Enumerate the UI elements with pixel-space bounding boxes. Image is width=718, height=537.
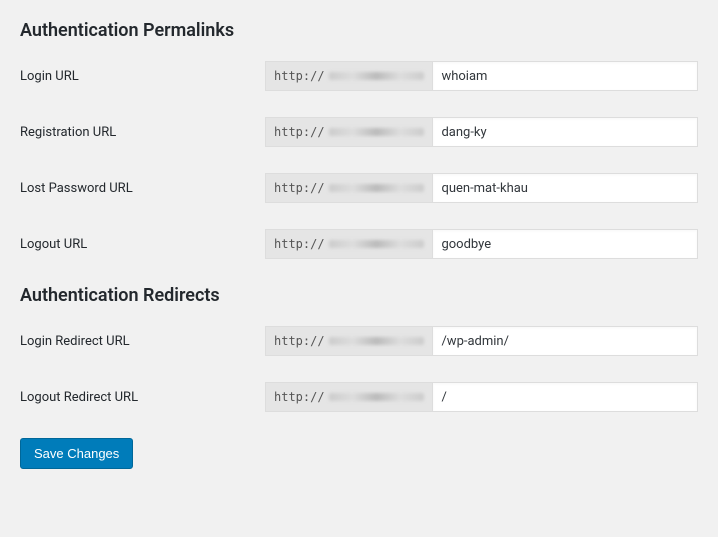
section-title-permalinks: Authentication Permalinks	[20, 20, 698, 41]
label-login-redirect-url: Login Redirect URL	[20, 334, 265, 349]
prefix-domain-blur	[329, 393, 425, 401]
prefix-scheme: http://	[274, 237, 325, 251]
prefix-domain-blur	[329, 240, 425, 248]
save-changes-button[interactable]: Save Changes	[20, 438, 133, 469]
row-login-redirect-url: Login Redirect URL http://	[20, 326, 698, 356]
prefix-domain-blur	[329, 128, 425, 136]
label-logout-url: Logout URL	[20, 237, 265, 252]
input-login-redirect-url[interactable]	[432, 326, 698, 356]
label-login-url: Login URL	[20, 69, 265, 84]
label-logout-redirect-url: Logout Redirect URL	[20, 390, 265, 405]
prefix-scheme: http://	[274, 125, 325, 139]
prefix-scheme: http://	[274, 181, 325, 195]
input-lost-password-url[interactable]	[432, 173, 698, 203]
row-login-url: Login URL http://	[20, 61, 698, 91]
prefix-domain-blur	[329, 72, 425, 80]
section-title-redirects: Authentication Redirects	[20, 285, 698, 306]
input-logout-url[interactable]	[432, 229, 698, 259]
input-login-url[interactable]	[432, 61, 698, 91]
label-lost-password-url: Lost Password URL	[20, 181, 265, 196]
row-logout-url: Logout URL http://	[20, 229, 698, 259]
prefix-domain-blur	[329, 184, 425, 192]
row-logout-redirect-url: Logout Redirect URL http://	[20, 382, 698, 412]
prefix-lost-password-url: http://	[265, 173, 432, 203]
prefix-logout-url: http://	[265, 229, 432, 259]
prefix-scheme: http://	[274, 69, 325, 83]
input-registration-url[interactable]	[432, 117, 698, 147]
prefix-domain-blur	[329, 337, 425, 345]
prefix-registration-url: http://	[265, 117, 432, 147]
prefix-login-redirect-url: http://	[265, 326, 432, 356]
input-logout-redirect-url[interactable]	[432, 382, 698, 412]
row-registration-url: Registration URL http://	[20, 117, 698, 147]
prefix-logout-redirect-url: http://	[265, 382, 432, 412]
prefix-scheme: http://	[274, 390, 325, 404]
label-registration-url: Registration URL	[20, 125, 265, 140]
prefix-login-url: http://	[265, 61, 432, 91]
submit-row: Save Changes	[20, 438, 698, 469]
prefix-scheme: http://	[274, 334, 325, 348]
row-lost-password-url: Lost Password URL http://	[20, 173, 698, 203]
